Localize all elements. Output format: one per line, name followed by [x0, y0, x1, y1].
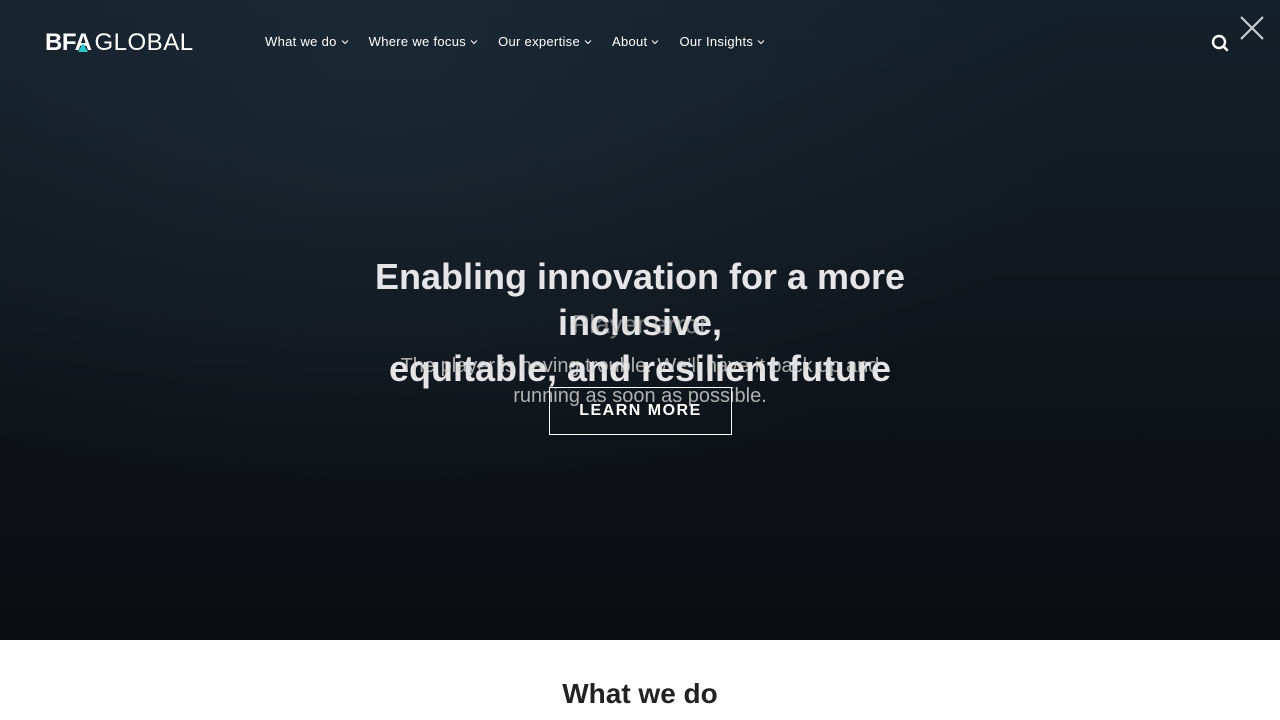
close-button[interactable]	[1238, 14, 1266, 42]
player-error-title: Player error	[572, 309, 708, 339]
chevron-down-icon	[584, 39, 592, 44]
nav-item-what-we-do[interactable]: What we do	[265, 34, 349, 49]
nav-item-label: Our Insights	[679, 34, 754, 49]
nav-item-label: Where we focus	[368, 34, 467, 49]
logo-accent-triangle	[78, 43, 88, 52]
logo-wordmark-light: GLOBAL	[94, 29, 194, 56]
nav-item-label: Our expertise	[498, 34, 580, 49]
nav-item-about[interactable]: About	[612, 34, 659, 49]
learn-more-button[interactable]: LEARN MORE	[549, 387, 732, 435]
hero-video-section: BFA GLOBAL What we do Where we focus Our…	[0, 0, 1280, 640]
chevron-down-icon	[470, 39, 478, 44]
nav-item-our-insights[interactable]: Our Insights	[679, 34, 765, 49]
nav-item-where-we-focus[interactable]: Where we focus	[369, 34, 478, 49]
search-button[interactable]	[1210, 33, 1230, 53]
nav-item-label: What we do	[265, 34, 337, 49]
close-icon	[1240, 16, 1264, 40]
chevron-down-icon	[652, 39, 659, 44]
chevron-down-icon	[341, 39, 349, 44]
nav-item-our-expertise[interactable]: Our expertise	[498, 34, 592, 49]
chevron-down-icon	[757, 39, 765, 44]
section-title-what-we-do: What we do	[562, 678, 718, 709]
main-nav: What we do Where we focus Our expertise …	[265, 34, 785, 49]
site-logo[interactable]: BFA GLOBAL	[45, 29, 194, 56]
search-icon	[1211, 34, 1229, 52]
nav-item-label: About	[612, 34, 648, 49]
